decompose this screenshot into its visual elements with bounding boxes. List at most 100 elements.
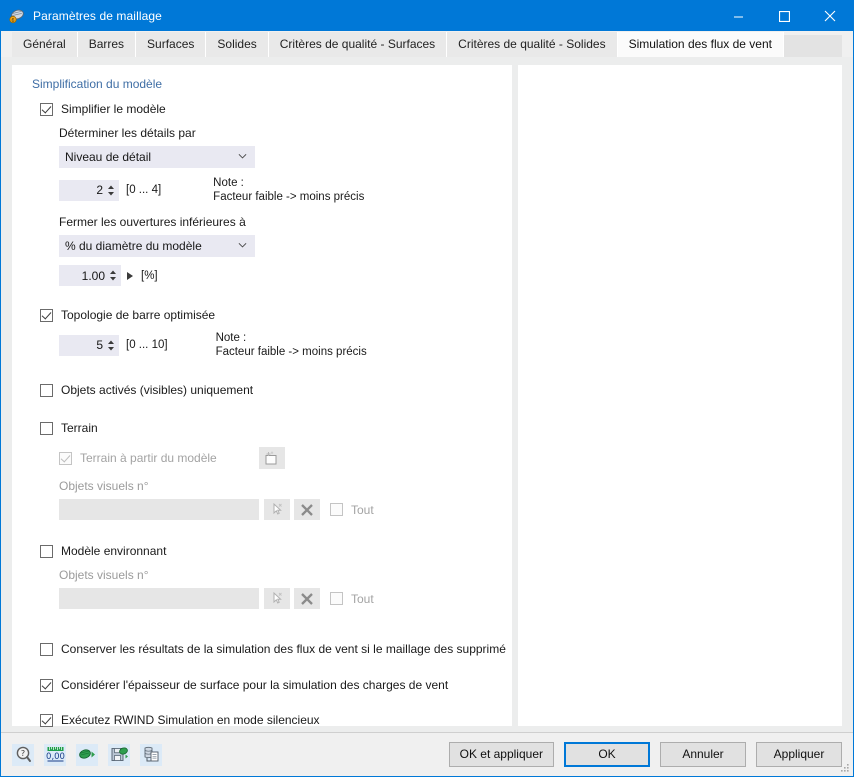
svg-text:?: ? xyxy=(20,749,24,758)
preview-panel xyxy=(518,65,842,726)
mesh-settings-icon: 6 xyxy=(9,8,25,24)
new-folder-icon xyxy=(265,451,277,464)
spinner-arrows-icon[interactable] xyxy=(109,268,117,283)
optimized-topology-checkbox[interactable] xyxy=(40,308,53,322)
detail-level-spinner[interactable]: 2 xyxy=(59,179,119,201)
window-controls xyxy=(715,1,853,31)
terrain-from-model-label: Terrain à partir du modèle xyxy=(80,451,217,465)
detail-level-note-line2: Facteur faible -> moins précis xyxy=(213,191,365,203)
play-arrow-icon[interactable] xyxy=(126,271,134,281)
apply-button[interactable]: Appliquer xyxy=(756,742,842,767)
surrounding-all-label: Tout xyxy=(351,591,374,606)
terrain-from-model-checkbox[interactable] xyxy=(59,451,72,465)
help-icon[interactable]: ? xyxy=(12,743,34,766)
footer-button-group: OK et appliquer OK Annuler Appliquer xyxy=(448,742,842,767)
optimized-topology-value: 5 xyxy=(96,338,103,352)
optimized-topology-row[interactable]: Topologie de barre optimisée xyxy=(40,308,498,322)
close-openings-combobox-value: % du diamètre du modèle xyxy=(65,239,202,253)
tab-criteres-qualite-solides[interactable]: Critères de qualité - Solides xyxy=(447,32,618,57)
section-title-simplification: Simplification du modèle xyxy=(32,77,163,91)
surrounding-all-checkbox[interactable] xyxy=(330,592,343,605)
maximize-button[interactable] xyxy=(761,1,807,31)
ok-and-apply-button[interactable]: OK et appliquer xyxy=(448,742,554,767)
spinner-arrows-icon[interactable] xyxy=(107,338,115,353)
tab-solides[interactable]: Solides xyxy=(206,32,269,57)
optimized-topology-note: Note : Facteur faible -> moins précis xyxy=(216,331,367,359)
determine-details-combo-row[interactable]: Niveau de détail xyxy=(59,146,498,168)
simplify-model-label: Simplifier le modèle xyxy=(61,102,166,116)
close-openings-value-row: 1.00 [%] xyxy=(59,265,498,286)
tab-general[interactable]: Général xyxy=(12,32,78,57)
tab-criteres-qualite-surfaces[interactable]: Critères de qualité - Surfaces xyxy=(268,32,448,57)
surrounding-clear-button[interactable] xyxy=(294,588,320,609)
close-openings-combo-row[interactable]: % du diamètre du modèle xyxy=(59,235,498,257)
chevron-down-icon xyxy=(238,242,247,248)
active-objects-only-checkbox[interactable] xyxy=(40,383,53,397)
ok-button[interactable]: OK xyxy=(564,742,650,767)
tab-surfaces[interactable]: Surfaces xyxy=(136,32,207,57)
footer-toolbar: ? 0,00 xyxy=(12,743,162,766)
keep-results-checkbox[interactable] xyxy=(40,642,53,656)
terrain-clear-button[interactable] xyxy=(294,499,320,520)
terrain-visual-objects-input[interactable] xyxy=(59,499,259,520)
optimized-topology-spinner[interactable]: 5 xyxy=(59,334,119,356)
surrounding-visual-objects-label: Objets visuels n° xyxy=(59,568,149,582)
terrain-row[interactable]: Terrain xyxy=(40,421,498,435)
optimized-topology-label: Topologie de barre optimisée xyxy=(61,308,216,322)
surrounding-visual-objects-input[interactable] xyxy=(59,588,259,609)
dialog-content: Simplification du modèle Simplifier le m… xyxy=(1,57,853,732)
surrounding-model-label: Modèle environnant xyxy=(61,544,167,558)
terrain-pick-button[interactable] xyxy=(264,499,290,520)
optimized-topology-value-row: 5 [0 ... 10] Note : Facteur faible -> mo… xyxy=(59,331,498,359)
tab-simulation-flux-vent[interactable]: Simulation des flux de vent xyxy=(617,32,784,57)
title-bar: 6 Paramètres de maillage xyxy=(1,1,853,31)
close-openings-spinner[interactable]: 1.00 xyxy=(59,265,121,286)
tab-barres[interactable]: Barres xyxy=(77,32,137,57)
terrain-from-model-row[interactable]: Terrain à partir du modèle xyxy=(59,447,498,469)
copy-settings-icon[interactable] xyxy=(140,743,162,766)
spinner-arrows-icon[interactable] xyxy=(107,183,115,198)
close-button[interactable] xyxy=(807,1,853,31)
keep-results-row[interactable]: Conserver les résultats de la simulation… xyxy=(40,642,506,656)
pick-cursor-icon xyxy=(273,591,282,604)
mesh-settings-dialog: 6 Paramètres de maillage Général Barres … xyxy=(0,0,854,777)
optimized-topology-note-line2: Facteur faible -> moins précis xyxy=(215,346,367,358)
window-title: Paramètres de maillage xyxy=(33,9,162,23)
close-openings-value: 1.00 xyxy=(81,268,105,283)
minimize-button[interactable] xyxy=(715,1,761,31)
determine-details-value-row: 2 [0 ... 4] Note : Facteur faible -> moi… xyxy=(59,176,498,204)
determine-details-label: Déterminer les détails par xyxy=(59,126,196,140)
tab-strip-filler xyxy=(784,35,842,57)
surrounding-model-checkbox[interactable] xyxy=(40,544,53,558)
determine-details-combobox[interactable]: Niveau de détail xyxy=(59,146,255,168)
surrounding-pick-button[interactable] xyxy=(264,588,290,609)
terrain-all-label: Tout xyxy=(351,502,374,517)
active-objects-only-label: Objets activés (visibles) uniquement xyxy=(61,383,254,397)
cancel-button[interactable]: Annuler xyxy=(660,742,746,767)
consider-thickness-checkbox[interactable] xyxy=(40,678,53,692)
determine-details-combobox-value: Niveau de détail xyxy=(65,150,152,164)
terrain-label: Terrain xyxy=(61,421,98,435)
detail-level-note: Note : Facteur faible -> moins précis xyxy=(213,176,364,204)
save-settings-icon[interactable] xyxy=(108,743,130,766)
terrain-new-object-button[interactable] xyxy=(258,447,285,469)
silent-mode-checkbox[interactable] xyxy=(40,713,53,727)
surrounding-model-row[interactable]: Modèle environnant xyxy=(40,544,498,558)
terrain-visual-objects-label-row: Objets visuels n° xyxy=(59,479,498,493)
consider-thickness-label: Considérer l'épaisseur de surface pour l… xyxy=(61,678,449,692)
close-openings-combobox[interactable]: % du diamètre du modèle xyxy=(59,235,255,257)
units-icon[interactable]: 0,00 xyxy=(44,743,66,766)
resize-grip[interactable] xyxy=(839,762,850,773)
terrain-checkbox[interactable] xyxy=(40,421,53,435)
consider-thickness-row[interactable]: Considérer l'épaisseur de surface pour l… xyxy=(40,678,498,692)
silent-mode-row[interactable]: Exécutez RWIND Simulation en mode silenc… xyxy=(40,713,498,727)
svg-text:6: 6 xyxy=(11,18,14,24)
simplify-model-row[interactable]: Simplifier le modèle xyxy=(40,102,498,116)
terrain-all-checkbox[interactable] xyxy=(330,503,343,516)
export-icon[interactable] xyxy=(76,743,98,766)
dialog-footer: ? 0,00 OK et appliquer OK Annuler Appliq… xyxy=(1,732,853,776)
determine-details-label-row: Déterminer les détails par xyxy=(59,126,498,140)
simplify-model-checkbox[interactable] xyxy=(40,102,53,116)
detail-level-value: 2 xyxy=(96,183,103,197)
active-objects-only-row[interactable]: Objets activés (visibles) uniquement xyxy=(40,383,498,397)
